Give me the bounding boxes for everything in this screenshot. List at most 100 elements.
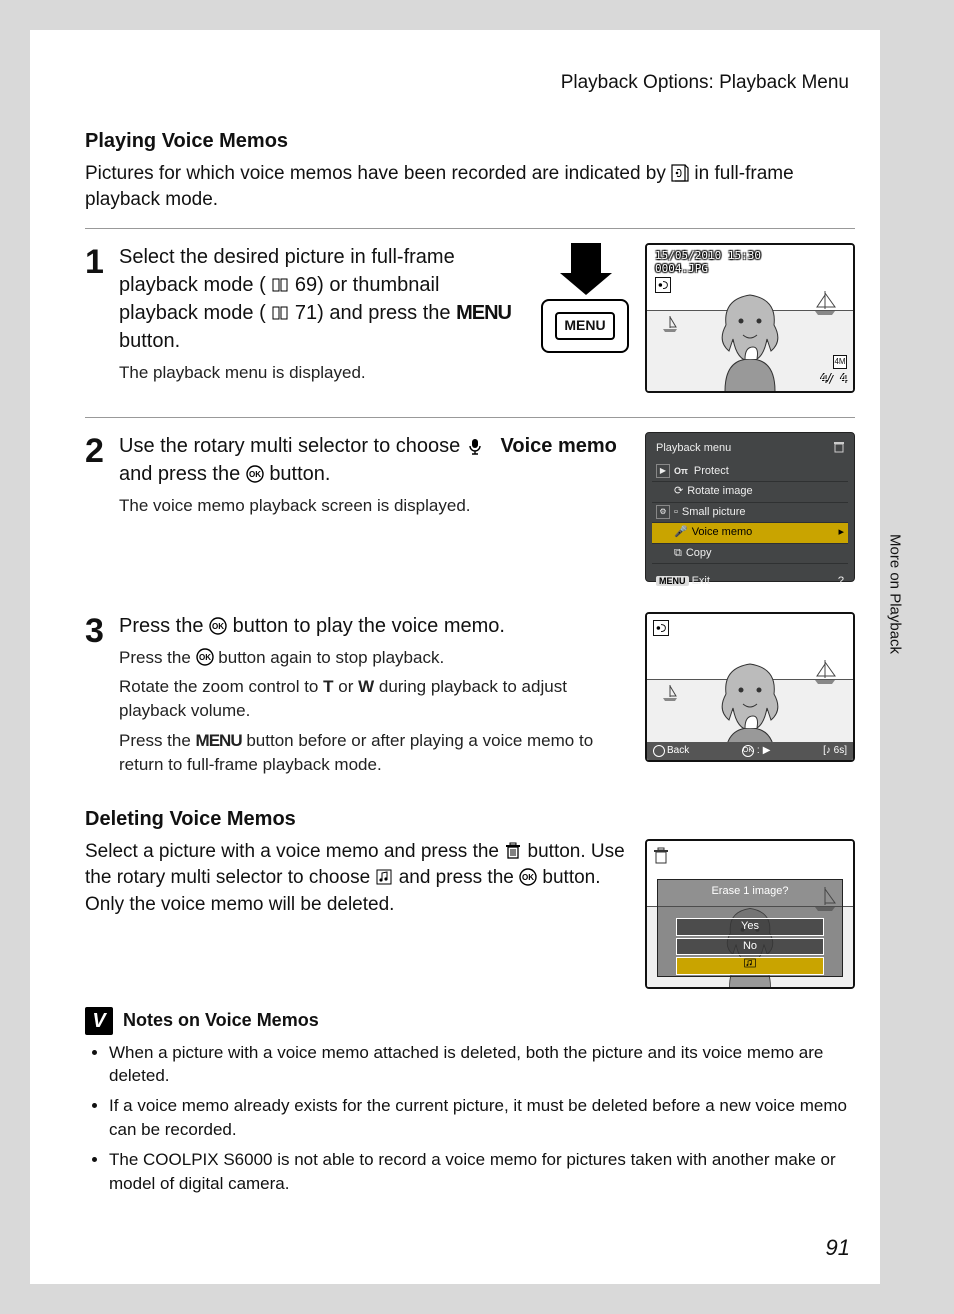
step-3-sub3: Press the MENU button before or after pl… bbox=[119, 729, 623, 777]
step-1-body: Select the desired picture in full-frame… bbox=[119, 243, 529, 391]
t: Select a picture with a voice memo and p… bbox=[85, 841, 504, 862]
back-label: Back bbox=[667, 744, 689, 758]
sailboat-icon bbox=[661, 684, 679, 702]
divider bbox=[85, 417, 855, 418]
svg-text:OK: OK bbox=[249, 470, 261, 479]
menu-item-voice-memo: 🎤 Voice memo ▸ bbox=[652, 523, 848, 543]
screen-counter: 4/ 4 bbox=[821, 371, 848, 386]
option-no: No bbox=[676, 938, 823, 955]
notes-title: Notes on Voice Memos bbox=[123, 1008, 319, 1033]
play-control: OK:▶ bbox=[742, 744, 770, 758]
t: button. bbox=[119, 330, 180, 352]
option-yes: Yes bbox=[676, 918, 823, 935]
erase-question: Erase 1 image? bbox=[711, 880, 788, 903]
deleting-row: Select a picture with a voice memo and p… bbox=[85, 839, 855, 989]
duration: [♪ 6s] bbox=[823, 744, 847, 758]
step-2-sub: The voice memo playback screen is displa… bbox=[119, 494, 623, 518]
erase-confirm-screen: Erase 1 image? Yes No bbox=[645, 839, 855, 989]
intro-text-a: Pictures for which voice memos have been… bbox=[85, 163, 671, 184]
divider bbox=[85, 228, 855, 229]
step-3-sub2: Rotate the zoom control to T or W during… bbox=[119, 675, 623, 723]
rotate-icon: ⟳ bbox=[674, 484, 683, 499]
note-item: The COOLPIX S6000 is not able to record … bbox=[109, 1148, 855, 1196]
option-voice-memo-only bbox=[676, 957, 823, 974]
camera-screen-playback: 15/05/2010 15:30 0004.JPG 4M 4/ 4 bbox=[645, 243, 855, 393]
breadcrumb: Playback Options: Playback Menu bbox=[85, 70, 855, 97]
time-value: 6s bbox=[834, 745, 845, 756]
page-number: 91 bbox=[826, 1233, 850, 1264]
voice-memo-bold: Voice memo bbox=[501, 435, 617, 457]
step-3-row: 3 Press the OK button to play the voice … bbox=[85, 612, 855, 795]
svg-text:OK: OK bbox=[522, 873, 534, 882]
menu-item-copy: ⧉ Copy bbox=[652, 544, 848, 564]
exit-label: Exit bbox=[692, 575, 710, 587]
woman-illustration bbox=[695, 281, 805, 391]
step-2-body: Use the rotary multi selector to choose … bbox=[119, 432, 633, 524]
t: button. bbox=[269, 463, 330, 485]
step-3: 3 Press the OK button to play the voice … bbox=[85, 612, 633, 783]
t: and press the bbox=[119, 463, 246, 485]
lock-icon: Oπ bbox=[674, 465, 688, 478]
voice-memo-file-icon bbox=[671, 164, 689, 182]
menu-word: MENU bbox=[456, 302, 511, 324]
trash-icon bbox=[504, 842, 522, 860]
menu-exit-row: MENU Exit ? bbox=[652, 572, 848, 591]
step-1: 1 Select the desired picture in full-fra… bbox=[85, 243, 529, 391]
note-item: When a picture with a voice memo attache… bbox=[109, 1041, 855, 1089]
microphone-icon bbox=[466, 437, 484, 455]
sailboat-icon bbox=[661, 315, 679, 333]
step-3-sub1: Press the OK button again to stop playba… bbox=[119, 646, 623, 670]
notes-list: When a picture with a voice memo attache… bbox=[85, 1041, 855, 1196]
chevron-right-icon: ▸ bbox=[838, 525, 844, 540]
step-1-title: Select the desired picture in full-frame… bbox=[119, 243, 519, 355]
book-icon bbox=[271, 304, 289, 322]
notes-header: V Notes on Voice Memos bbox=[85, 1007, 855, 1035]
erase-dialog: Erase 1 image? Yes No bbox=[657, 879, 843, 977]
menu-item-label: Small picture bbox=[682, 505, 746, 520]
voice-memo-badge-icon bbox=[655, 277, 671, 293]
menu-item-label: Copy bbox=[686, 546, 712, 561]
document-page: Playback Options: Playback Menu Playing … bbox=[30, 30, 880, 1284]
t: or bbox=[338, 677, 358, 696]
menu-button-outline: MENU bbox=[541, 299, 629, 353]
menu-item-label: Voice memo bbox=[692, 525, 753, 540]
voice-memo-playback-screen: Back OK:▶ [♪ 6s] bbox=[645, 612, 855, 762]
step-2-row: 2 Use the rotary multi selector to choos… bbox=[85, 432, 855, 582]
menu-item-label: Rotate image bbox=[687, 484, 752, 499]
step-2: 2 Use the rotary multi selector to choos… bbox=[85, 432, 633, 524]
t: Rotate the zoom control to bbox=[119, 677, 323, 696]
intro-paragraph: Pictures for which voice memos have been… bbox=[85, 161, 855, 214]
zoom-w: W bbox=[358, 677, 374, 696]
sailboat-icon bbox=[811, 289, 839, 317]
microphone-icon: 🎤 bbox=[674, 525, 688, 540]
sailboat-icon bbox=[811, 658, 839, 686]
ok-button-icon: OK bbox=[209, 617, 227, 635]
step-3-body: Press the OK button to play the voice me… bbox=[119, 612, 633, 783]
menu-word: MENU bbox=[196, 731, 242, 750]
trash-icon bbox=[834, 441, 844, 456]
copy-icon: ⧉ bbox=[674, 546, 682, 561]
screen-datetime: 15/05/2010 15:30 bbox=[655, 249, 761, 262]
menu-item-label: Protect bbox=[694, 464, 729, 479]
deleting-illustration: Erase 1 image? Yes No bbox=[645, 839, 855, 989]
voice-memo-badge-icon bbox=[653, 620, 669, 636]
menu-item-rotate: ⟳ Rotate image bbox=[652, 482, 848, 502]
t: 71) and press the bbox=[295, 302, 456, 324]
menu-title-row: Playback menu bbox=[652, 439, 848, 458]
step-1-illustration: MENU 15/05/2010 15:30 0004.JPG bbox=[541, 243, 855, 393]
t: Press the bbox=[119, 615, 209, 637]
ok-button-icon: OK bbox=[519, 868, 537, 886]
heading-deleting-voice-memos: Deleting Voice Memos bbox=[85, 805, 855, 833]
svg-text:OK: OK bbox=[212, 622, 224, 631]
menu-list: ▶OπProtect ⟳Rotate image ⚙▫Small picture… bbox=[652, 462, 848, 564]
arrow-down-icon bbox=[560, 273, 612, 295]
svg-text:OK: OK bbox=[199, 653, 211, 662]
book-icon bbox=[271, 276, 289, 294]
step-2-number: 2 bbox=[85, 434, 119, 468]
screen-filename: 0004.JPG bbox=[655, 262, 761, 275]
t: Press the bbox=[119, 731, 196, 750]
menu-item-small-picture: ⚙▫Small picture bbox=[652, 503, 848, 523]
play-icon: ▶ bbox=[763, 744, 771, 758]
t: Press the bbox=[119, 648, 196, 667]
heading-playing-voice-memos: Playing Voice Memos bbox=[85, 127, 855, 155]
